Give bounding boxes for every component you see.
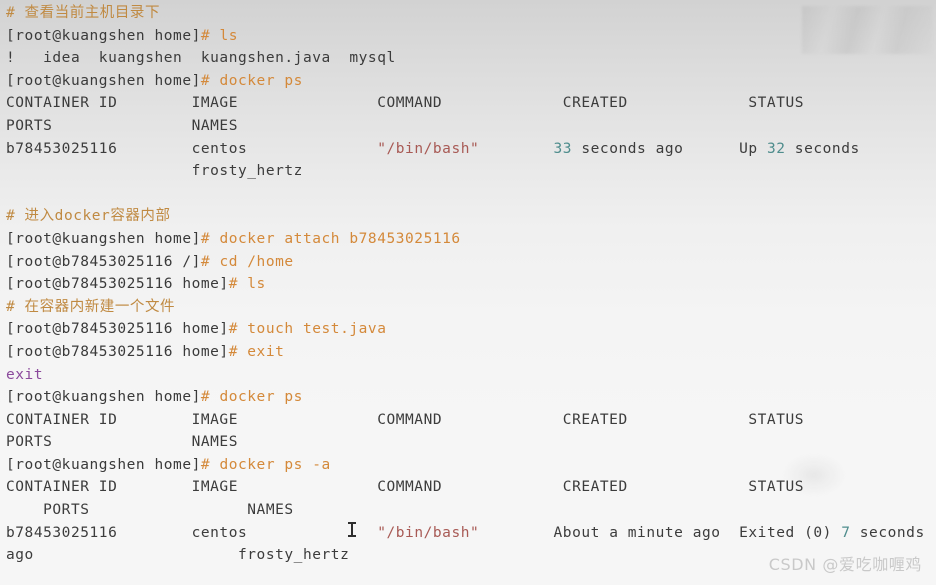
terminal-line-ls-output: ! idea kuangshen kuangshen.java mysql bbox=[0, 47, 936, 70]
shell-command: exit bbox=[247, 343, 285, 360]
command-output: frosty_hertz bbox=[6, 163, 303, 180]
command-output: PORTS NAMES bbox=[6, 117, 238, 134]
prompt-hash: # bbox=[228, 321, 248, 338]
command-output: ! idea kuangshen kuangshen.java mysql bbox=[6, 50, 396, 67]
shell-command: ls bbox=[247, 276, 266, 293]
command-output: PORTS NAMES bbox=[6, 502, 294, 519]
prompt-hash: # bbox=[228, 276, 248, 293]
prompt-hash: # bbox=[200, 253, 220, 270]
terminal-line-cmd-docker-ps-a: [root@kuangshen home]# docker ps -a bbox=[0, 454, 936, 477]
csdn-watermark: CSDN @爱吃咖喱鸡 bbox=[768, 555, 922, 574]
prompt-hash: # bbox=[200, 389, 220, 406]
prompt-hash: # bbox=[228, 343, 248, 360]
terminal-line-cmd-docker-ps-1: [root@kuangshen home]# docker ps bbox=[0, 70, 936, 93]
prompt-hash: # bbox=[200, 27, 220, 44]
shell-prompt: [root@b78453025116 home] bbox=[6, 276, 229, 293]
terminal-line-hdr1-line2: PORTS NAMES bbox=[0, 115, 936, 138]
shell-prompt: [root@kuangshen home] bbox=[6, 456, 201, 473]
terminal-line-cmd-attach: [root@kuangshen home]# docker attach b78… bbox=[0, 228, 936, 251]
terminal-line-comment-1: # 查看当前主机目录下 bbox=[0, 2, 936, 25]
shell-prompt: [root@b78453025116 home] bbox=[6, 343, 229, 360]
shell-command: docker attach b78453025116 bbox=[219, 230, 461, 247]
comment-text: # 在容器内新建一个文件 bbox=[6, 298, 176, 315]
command-output: ago frosty_hertz bbox=[6, 547, 350, 564]
exit-message: exit bbox=[6, 366, 44, 383]
terminal-line-hdr3-line2: PORTS NAMES bbox=[0, 499, 936, 522]
shell-prompt: [root@b78453025116 /] bbox=[6, 253, 201, 270]
command-output: PORTS NAMES bbox=[6, 434, 238, 451]
shell-prompt: [root@kuangshen home] bbox=[6, 72, 201, 89]
terminal-line-hdr2-line1: CONTAINER ID IMAGE COMMAND CREATED STATU… bbox=[0, 409, 936, 432]
prompt-hash: # bbox=[200, 230, 220, 247]
terminal-line-cmd-exit: [root@b78453025116 home]# exit bbox=[0, 341, 936, 364]
command-output: CONTAINER ID IMAGE COMMAND CREATED STATU… bbox=[6, 479, 805, 496]
shell-prompt: [root@kuangshen home] bbox=[6, 27, 201, 44]
terminal-line-cmd-ls-container: [root@b78453025116 home]# ls bbox=[0, 273, 936, 296]
terminal-line-row1-line2: frosty_hertz bbox=[0, 160, 936, 183]
terminal-console: # 查看当前主机目录下 [root@kuangshen home]# ls! id… bbox=[0, 0, 936, 585]
terminal-line-cmd-ls-host: [root@kuangshen home]# ls bbox=[0, 25, 936, 48]
terminal-line-exit-output: exit bbox=[0, 364, 936, 387]
terminal-line-cmd-docker-ps-2: [root@kuangshen home]# docker ps bbox=[0, 386, 936, 409]
shell-command: docker ps bbox=[219, 72, 303, 89]
shell-command: cd /home bbox=[219, 253, 294, 270]
prompt-hash: # bbox=[200, 456, 220, 473]
command-output: CONTAINER ID IMAGE COMMAND CREATED STATU… bbox=[6, 411, 805, 428]
shell-prompt: [root@kuangshen home] bbox=[6, 230, 201, 247]
comment-text: # 查看当前主机目录下 bbox=[6, 5, 161, 21]
comment-text: # 进入docker容器内部 bbox=[6, 208, 171, 225]
terminal-output-area: # 查看当前主机目录下 [root@kuangshen home]# ls! id… bbox=[0, 0, 936, 567]
terminal-line-hdr2-line2: PORTS NAMES bbox=[0, 431, 936, 454]
terminal-line-hdr3-line1: CONTAINER ID IMAGE COMMAND CREATED STATU… bbox=[0, 476, 936, 499]
shell-command: touch test.java bbox=[247, 321, 387, 338]
prompt-hash: # bbox=[200, 72, 220, 89]
terminal-line-row2-line1: b78453025116 centos "/bin/bash" About a … bbox=[6, 524, 925, 541]
shell-prompt: [root@b78453025116 home] bbox=[6, 321, 229, 338]
terminal-line-hdr1-line1: CONTAINER ID IMAGE COMMAND CREATED STATU… bbox=[0, 92, 936, 115]
shell-prompt: [root@kuangshen home] bbox=[6, 389, 201, 406]
shell-command: ls bbox=[219, 27, 238, 44]
terminal-line-comment-2: # 进入docker容器内部 bbox=[0, 205, 936, 228]
terminal-line-comment-3: # 在容器内新建一个文件 bbox=[0, 296, 936, 319]
terminal-line-blank-1 bbox=[0, 183, 936, 206]
terminal-line-cmd-cd-home: [root@b78453025116 /]# cd /home bbox=[0, 251, 936, 274]
shell-command: docker ps bbox=[219, 389, 303, 406]
terminal-line-row1-line1: b78453025116 centos "/bin/bash" 33 secon… bbox=[6, 140, 860, 157]
terminal-line-cmd-touch: [root@b78453025116 home]# touch test.jav… bbox=[0, 318, 936, 341]
command-output: CONTAINER ID IMAGE COMMAND CREATED STATU… bbox=[6, 95, 805, 112]
shell-command: docker ps -a bbox=[219, 456, 331, 473]
